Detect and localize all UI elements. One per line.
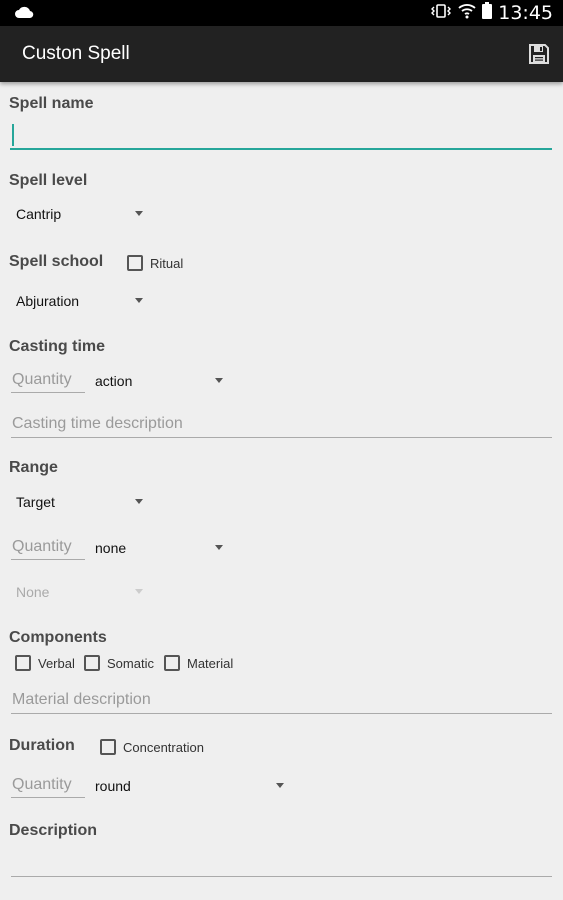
chevron-down-icon [215, 378, 223, 383]
chevron-down-icon [135, 298, 143, 303]
range-area-value: None [16, 584, 50, 600]
casting-time-quantity-placeholder: Quantity [12, 371, 72, 388]
ritual-checkbox[interactable] [127, 255, 143, 271]
material-checkbox[interactable] [164, 655, 180, 671]
description-underline [11, 876, 552, 877]
ritual-label: Ritual [150, 256, 184, 271]
chevron-down-icon [215, 545, 223, 550]
range-type-spinner[interactable]: Target [9, 488, 149, 516]
description-label: Description [9, 822, 98, 839]
duration-unit-spinner[interactable]: round [90, 771, 290, 799]
range-quantity-input[interactable]: Quantity [11, 535, 85, 561]
wifi-icon [458, 3, 476, 24]
casting-time-description-input[interactable]: Casting time description [11, 412, 552, 439]
verbal-checkbox[interactable] [15, 655, 31, 671]
duration-quantity-input[interactable]: Quantity [11, 773, 85, 799]
verbal-label: Verbal [38, 656, 75, 671]
duration-quantity-underline [11, 797, 85, 798]
chevron-down-icon [135, 589, 143, 594]
duration-unit-value: round [95, 778, 131, 794]
status-bar: 13:45 [0, 0, 563, 26]
spell-name-label: Spell name [9, 95, 94, 112]
range-area-spinner[interactable]: None [9, 578, 149, 606]
text-cursor [12, 124, 14, 146]
material-label: Material [187, 656, 234, 671]
chevron-down-icon [276, 783, 284, 788]
casting-time-quantity-underline [11, 392, 85, 393]
range-quantity-underline [11, 559, 85, 560]
app-title: Custon Spell [22, 43, 130, 64]
components-label: Components [9, 629, 107, 646]
somatic-checkbox[interactable] [84, 655, 100, 671]
battery-icon [482, 2, 493, 24]
app-bar: Custon Spell [0, 26, 563, 82]
spell-school-value: Abjuration [16, 293, 80, 309]
cloud-icon [14, 5, 34, 24]
spell-level-spinner[interactable]: Cantrip [9, 200, 149, 228]
casting-time-unit-value: action [95, 373, 133, 389]
spell-level-value: Cantrip [16, 206, 62, 222]
description-input[interactable] [11, 848, 552, 878]
concentration-checkbox[interactable] [100, 739, 116, 755]
casting-time-label: Casting time [9, 338, 106, 355]
duration-label: Duration [9, 737, 75, 754]
concentration-label: Concentration [123, 740, 204, 755]
range-type-value: Target [16, 494, 55, 510]
spell-school-label: Spell school [9, 253, 104, 270]
casting-time-unit-spinner[interactable]: action [90, 366, 230, 394]
material-description-underline [11, 713, 552, 714]
save-button[interactable] [527, 42, 551, 66]
material-description-input[interactable]: Material description [11, 688, 552, 715]
range-unit-spinner[interactable]: none [90, 533, 230, 561]
spell-level-label: Spell level [9, 172, 88, 189]
vibrate-icon [430, 3, 452, 23]
spell-name-input[interactable] [10, 120, 552, 152]
range-label: Range [9, 459, 58, 476]
floppy-disk-icon [529, 44, 549, 64]
casting-time-quantity-input[interactable]: Quantity [11, 368, 85, 394]
somatic-label: Somatic [107, 656, 154, 671]
spell-school-spinner[interactable]: Abjuration [9, 287, 149, 315]
range-unit-value: none [95, 540, 127, 556]
chevron-down-icon [135, 211, 143, 216]
status-time: 13:45 [498, 2, 553, 24]
duration-quantity-placeholder: Quantity [12, 776, 72, 793]
casting-time-description-placeholder: Casting time description [12, 415, 183, 432]
casting-time-description-underline [11, 437, 552, 438]
chevron-down-icon [135, 499, 143, 504]
material-description-placeholder: Material description [12, 691, 151, 708]
range-quantity-placeholder: Quantity [12, 538, 72, 555]
spell-name-underline [10, 148, 552, 150]
